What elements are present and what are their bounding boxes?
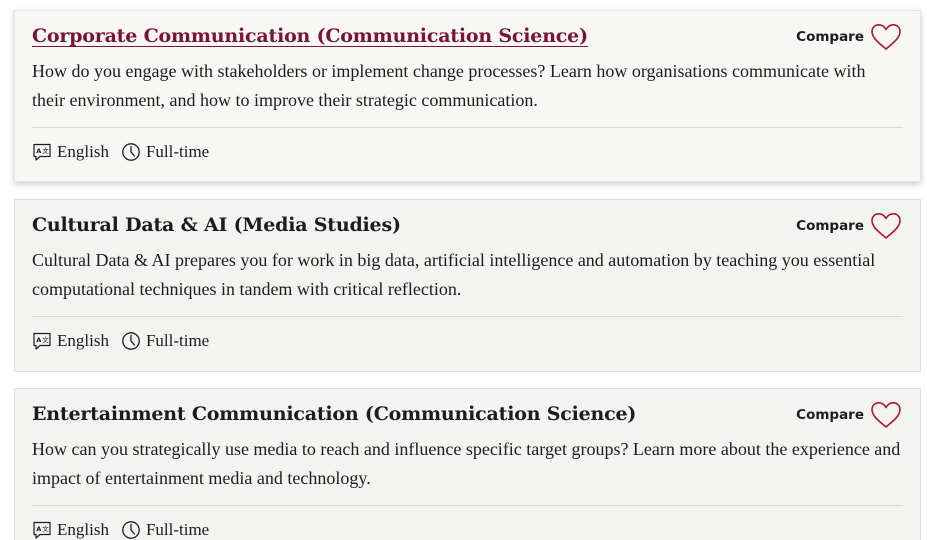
svg-text:A: A (36, 147, 41, 155)
programme-title-link[interactable]: Corporate Communication (Communication S… (32, 25, 588, 47)
compare-label: Compare (796, 29, 864, 45)
programme-title-link[interactable]: Entertainment Communication (Communicati… (32, 403, 636, 425)
programme-meta: A 文 English Full-time (32, 331, 209, 351)
heart-outline-icon[interactable] (870, 401, 902, 429)
programme-meta: A 文 English Full-time (32, 520, 209, 540)
language-icon: A 文 (33, 521, 51, 539)
language-label: English (57, 520, 109, 539)
heart-outline-icon[interactable] (870, 212, 902, 240)
language-info: A 文 English (32, 520, 109, 540)
language-info: A 文 English (32, 331, 109, 351)
language-label: English (57, 142, 109, 161)
language-icon: A 文 (33, 143, 51, 161)
heart-outline-icon[interactable] (870, 23, 902, 51)
compare-label: Compare (796, 218, 864, 234)
svg-text:文: 文 (42, 335, 49, 344)
programme-description: Cultural Data & AI prepares you for work… (32, 250, 876, 299)
svg-text:文: 文 (42, 146, 49, 155)
divider (32, 316, 903, 317)
clock-icon (122, 521, 140, 539)
mode-info: Full-time (121, 142, 209, 162)
language-icon: A 文 (33, 332, 51, 350)
mode-label: Full-time (145, 142, 210, 161)
clock-icon (122, 332, 140, 350)
svg-text:A: A (36, 525, 41, 533)
programme-description: How do you engage with stakeholders or i… (32, 61, 866, 110)
svg-text:A: A (36, 336, 41, 344)
compare-button[interactable]: Compare (796, 212, 902, 240)
compare-button[interactable]: Compare (796, 401, 902, 429)
compare-label: Compare (796, 407, 864, 423)
svg-text:文: 文 (42, 524, 49, 533)
programme-card[interactable]: Cultural Data & AI (Media Studies) Compa… (14, 199, 921, 372)
compare-button[interactable]: Compare (796, 23, 902, 51)
language-info: A 文 English (32, 142, 109, 162)
programme-card[interactable]: Entertainment Communication (Communicati… (14, 388, 921, 540)
mode-info: Full-time (121, 331, 209, 351)
mode-label: Full-time (145, 520, 210, 539)
programme-meta: A 文 English Full-time (32, 142, 209, 162)
clock-icon (122, 143, 140, 161)
programme-title-link[interactable]: Cultural Data & AI (Media Studies) (32, 214, 401, 236)
programme-list: Corporate Communication (Communication S… (0, 0, 927, 540)
mode-label: Full-time (145, 331, 210, 350)
programme-card[interactable]: Corporate Communication (Communication S… (14, 10, 921, 182)
divider (32, 505, 903, 506)
language-label: English (57, 331, 109, 350)
mode-info: Full-time (121, 520, 209, 540)
programme-description: How can you strategically use media to r… (32, 439, 901, 488)
divider (32, 127, 903, 128)
